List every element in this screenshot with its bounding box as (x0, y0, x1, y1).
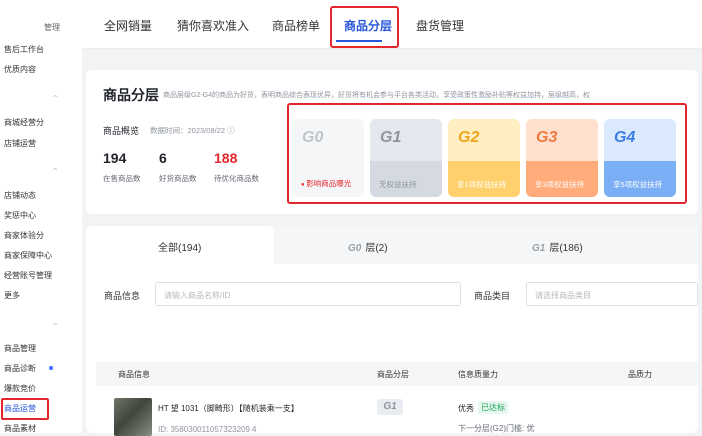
next-tier-threshold: 下一分层(G2)门槛: 优 (458, 424, 535, 433)
status-badge: 已达标 (478, 401, 508, 414)
info-icon[interactable]: ⓘ (227, 126, 235, 135)
sidebar-section-heading: 管理 (44, 23, 60, 32)
chevron-up-icon[interactable]: ⌃ (51, 167, 60, 176)
stat-good-label: 好货商品数 (159, 174, 197, 183)
sidebar-item[interactable]: 爆款竞价 (4, 383, 36, 394)
category-label: 商品类目 (474, 291, 511, 301)
product-info-label: 商品信息 (104, 291, 141, 301)
tab-guess-you-like[interactable]: 猜你喜欢准入 (177, 17, 249, 34)
stat-optimize-value[interactable]: 188 (214, 150, 237, 166)
chevron-up-icon[interactable]: ⌃ (51, 94, 60, 103)
col-tier: 商品分层 (377, 370, 409, 379)
col-quality: 品质力 (628, 370, 652, 379)
subtab-g1[interactable]: G1 层(186) (532, 239, 583, 254)
sidebar-item[interactable]: 店铺运营 (4, 138, 36, 149)
sidebar-active-highlight (1, 398, 49, 420)
notification-dot (49, 366, 53, 370)
product-thumbnail[interactable] (114, 398, 152, 436)
sidebar-item[interactable]: 售后工作台 (4, 44, 44, 55)
sidebar-item[interactable]: 更多 (4, 290, 20, 301)
stat-on-sale-value: 194 (103, 150, 127, 166)
chevron-up-icon[interactable]: ⌃ (51, 322, 60, 331)
overview-title: 商品概览 (103, 126, 140, 136)
sidebar-item[interactable]: 店铺动态 (4, 190, 36, 201)
sidebar-item[interactable]: 商城经营分 (4, 117, 44, 128)
stat-on-sale-label: 在售商品数 (103, 174, 141, 183)
highlight-box (287, 103, 687, 204)
sidebar-item[interactable]: 经营账号管理 (4, 270, 52, 281)
page-title: 商品分层 (103, 87, 159, 103)
stat-good-value: 6 (159, 150, 167, 166)
category-select[interactable]: 请选择商品类目 (526, 282, 698, 306)
tab-inventory[interactable]: 盘货管理 (416, 17, 464, 34)
stat-optimize-label: 待优化商品数 (214, 174, 259, 183)
product-info-input[interactable]: 请输入商品名称/ID (155, 282, 461, 306)
product-id: ID: 358030011057323209４ (158, 425, 258, 434)
top-tab-bar: 全网销量 猜你喜欢准入 商品榜单 商品分层 盘货管理 (82, 0, 702, 49)
subtab-g0[interactable]: G0 层(2) (348, 239, 388, 254)
sidebar-item[interactable]: 优质内容 (4, 64, 36, 75)
col-product-info: 商品信息 (118, 370, 150, 379)
sidebar-item[interactable]: 商品管理 (4, 343, 36, 354)
sidebar-item[interactable]: 商家保障中心 (4, 250, 52, 261)
page-description: 商品层级G2-G4的商品为好货，表明商品综合表现优异，好货将有机会参与平台各类活… (163, 92, 591, 99)
sidebar-item[interactable]: 商品诊断 (4, 363, 36, 374)
subtab-all[interactable]: 全部(194) (158, 239, 201, 254)
sidebar-item[interactable]: 奖惩中心 (4, 210, 36, 221)
product-list-card: 全部(194) G0 层(2) G1 层(186) 商品信息 请输入商品名称/ID … (86, 226, 698, 436)
quality-level: 优秀 (458, 404, 474, 413)
highlight-box (330, 6, 399, 48)
tab-product-ranking[interactable]: 商品榜单 (272, 17, 320, 34)
sidebar-item[interactable]: 商品素材 (4, 423, 36, 434)
data-time: 数据时间：2023/08/22 ⓘ (150, 126, 235, 135)
tiering-overview-card: 商品分层 商品层级G2-G4的商品为好货，表明商品综合表现优异，好货将有机会参与… (86, 70, 698, 214)
tier-badge: G1 (377, 399, 403, 415)
sidebar-item[interactable]: 商家体验分 (4, 230, 44, 241)
sidebar: 管理 ⌃ ⌃ ⌃ 售后工作台优质内容商城经营分店铺运营店铺动态奖惩中心商家体验分… (0, 0, 82, 433)
tab-sales[interactable]: 全网销量 (104, 17, 152, 34)
product-name[interactable]: HT 望 1031（脚畸形）【随机装乘一支】 (158, 403, 299, 414)
col-info-quality: 信息质量力 (458, 370, 498, 379)
